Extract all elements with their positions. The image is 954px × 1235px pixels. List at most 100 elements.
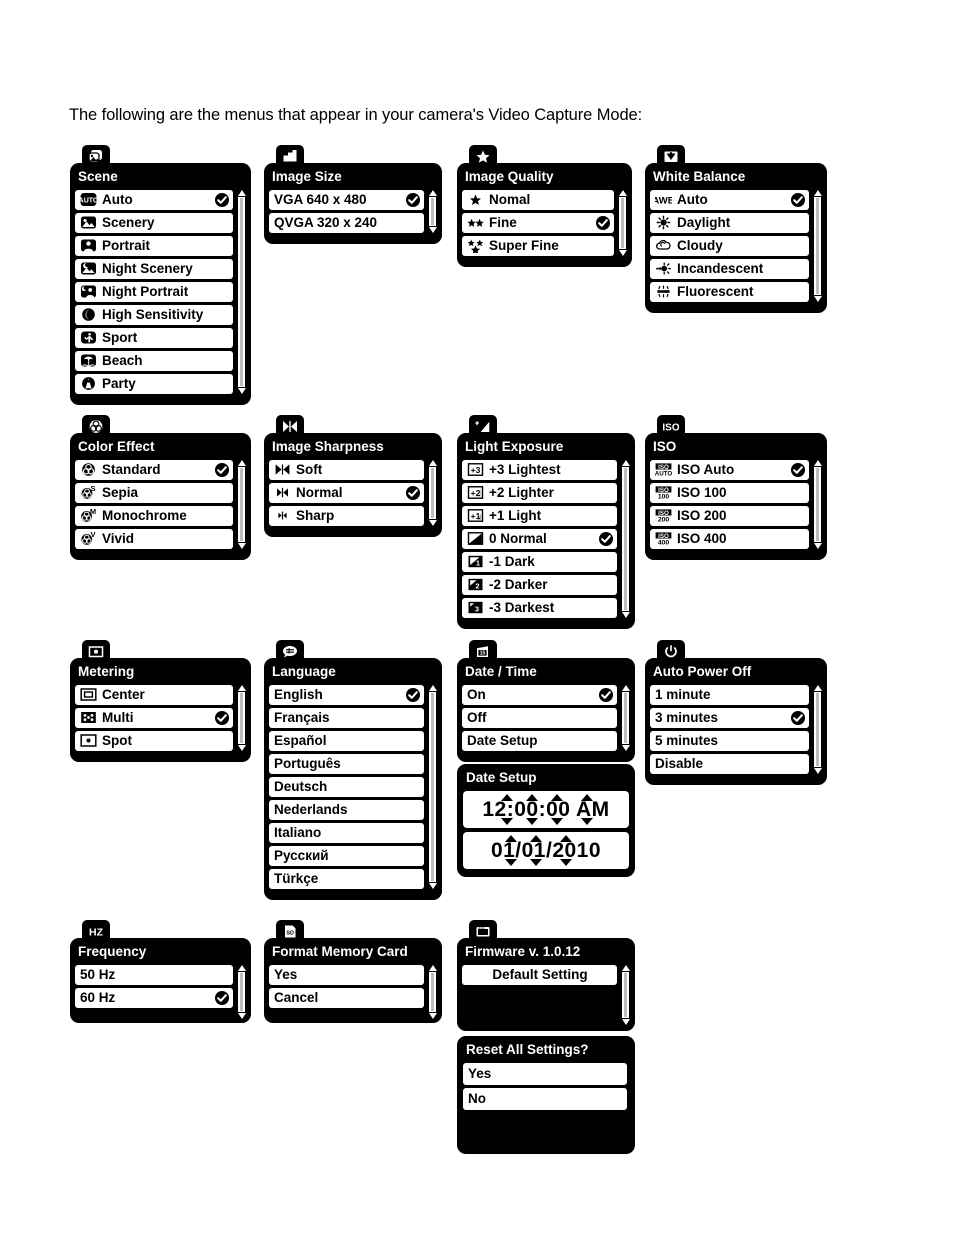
scrollbar-frequency[interactable] [237, 964, 246, 1019]
scroll-track[interactable] [429, 691, 436, 882]
scroll-down-arrow-icon[interactable] [237, 542, 246, 549]
list-item[interactable]: 1 minute [650, 684, 809, 705]
scroll-down-arrow-icon[interactable] [621, 611, 630, 618]
scroll-up-arrow-icon[interactable] [428, 459, 437, 466]
list-item[interactable]: V Vivid [75, 528, 233, 549]
list-item[interactable]: Scenery [75, 212, 233, 233]
scrollbar-image-size[interactable] [428, 189, 437, 233]
scroll-track[interactable] [814, 466, 821, 542]
scroll-track[interactable] [238, 691, 245, 744]
list-item[interactable]: Night Portrait [75, 281, 233, 302]
list-item[interactable]: Party [75, 373, 233, 394]
list-item[interactable]: Spot [75, 730, 233, 751]
list-item[interactable]: Italiano [269, 822, 424, 843]
list-item[interactable]: Cancel [269, 987, 424, 1008]
scroll-track[interactable] [238, 466, 245, 542]
list-item[interactable]: Yes [269, 964, 424, 985]
scroll-track[interactable] [619, 196, 626, 249]
scroll-up-arrow-icon[interactable] [813, 684, 822, 691]
tab-date-time[interactable]: 15 [469, 640, 497, 662]
list-item[interactable]: Nederlands [269, 799, 424, 820]
scroll-up-arrow-icon[interactable] [428, 964, 437, 971]
tab-firmware[interactable] [469, 920, 497, 942]
scrollbar-image-sharpness[interactable] [428, 459, 437, 526]
scroll-down-arrow-icon[interactable] [813, 767, 822, 774]
time-spinner[interactable]: 12:00:00 AM [463, 790, 629, 828]
list-item[interactable]: M Monochrome [75, 505, 233, 526]
list-item[interactable]: Default Setting [462, 964, 617, 985]
scroll-up-arrow-icon[interactable] [237, 684, 246, 691]
scroll-up-arrow-icon[interactable] [237, 459, 246, 466]
scrollbar-iso[interactable] [813, 459, 822, 549]
list-item[interactable]: Incandescent [650, 258, 809, 279]
tab-image-sharpness[interactable] [276, 415, 304, 437]
tab-white-balance[interactable] [657, 145, 685, 167]
scroll-track[interactable] [814, 196, 821, 295]
scroll-down-arrow-icon[interactable] [621, 744, 630, 751]
list-item[interactable]: Beach [75, 350, 233, 371]
list-item[interactable]: Sport [75, 327, 233, 348]
scrollbar-image-quality[interactable] [618, 189, 627, 256]
scroll-up-arrow-icon[interactable] [621, 964, 630, 971]
list-item[interactable]: 1 -1 Dark [462, 551, 617, 572]
tab-color-effect[interactable] [82, 415, 110, 437]
list-item[interactable]: On [462, 684, 617, 705]
tab-metering[interactable] [82, 640, 110, 662]
tab-frequency[interactable]: HZ [82, 920, 110, 942]
list-item[interactable]: 3 -3 Darkest [462, 597, 617, 618]
scroll-up-arrow-icon[interactable] [428, 684, 437, 691]
scrollbar-date-time[interactable] [621, 684, 630, 751]
list-item[interactable]: Fine [462, 212, 614, 233]
scrollbar-format-memory-card[interactable] [428, 964, 437, 1019]
scroll-down-arrow-icon[interactable] [428, 882, 437, 889]
list-item[interactable]: ISO 200 ISO 200 [650, 505, 809, 526]
list-item[interactable]: QVGA 320 x 240 [269, 212, 424, 233]
scroll-track[interactable] [238, 196, 245, 387]
list-item[interactable]: English [269, 684, 424, 705]
list-item[interactable]: Portrait [75, 235, 233, 256]
scroll-up-arrow-icon[interactable] [813, 189, 822, 196]
scroll-track[interactable] [814, 691, 821, 767]
scroll-up-arrow-icon[interactable] [621, 459, 630, 466]
scrollbar-firmware[interactable] [621, 964, 630, 1025]
tab-iso[interactable]: ISO [657, 415, 685, 437]
scroll-up-arrow-icon[interactable] [237, 964, 246, 971]
list-item[interactable]: Sharp [269, 505, 424, 526]
tab-language[interactable] [276, 640, 304, 662]
scroll-down-arrow-icon[interactable] [813, 295, 822, 302]
list-item[interactable]: Deutsch [269, 776, 424, 797]
tab-image-quality[interactable] [469, 145, 497, 167]
list-item[interactable]: ISO 100 ISO 100 [650, 482, 809, 503]
list-item[interactable]: 60 Hz [75, 987, 233, 1008]
scroll-down-arrow-icon[interactable] [237, 387, 246, 394]
list-item[interactable]: 50 Hz [75, 964, 233, 985]
list-item[interactable]: Yes [463, 1062, 627, 1085]
list-item[interactable]: 3 minutes [650, 707, 809, 728]
tab-format-memory-card[interactable]: SD [276, 920, 304, 942]
scroll-down-arrow-icon[interactable] [813, 542, 822, 549]
scrollbar-color-effect[interactable] [237, 459, 246, 549]
scrollbar-language[interactable] [428, 684, 437, 889]
list-item[interactable]: Standard [75, 459, 233, 480]
list-item[interactable]: VGA 640 x 480 [269, 189, 424, 210]
list-item[interactable]: Fluorescent [650, 281, 809, 302]
scroll-up-arrow-icon[interactable] [618, 189, 627, 196]
scroll-up-arrow-icon[interactable] [428, 189, 437, 196]
list-item[interactable]: Русский [269, 845, 424, 866]
list-item[interactable]: Super Fine [462, 235, 614, 256]
scrollbar-metering[interactable] [237, 684, 246, 751]
list-item[interactable]: 0 Normal [462, 528, 617, 549]
tab-light-exposure[interactable] [469, 415, 497, 437]
scroll-down-arrow-icon[interactable] [428, 226, 437, 233]
list-item[interactable]: High Sensitivity [75, 304, 233, 325]
scroll-track[interactable] [238, 971, 245, 1012]
list-item[interactable]: 2 -2 Darker [462, 574, 617, 595]
tab-auto-power-off[interactable] [657, 640, 685, 662]
list-item[interactable]: No [463, 1087, 627, 1110]
scroll-down-arrow-icon[interactable] [237, 1012, 246, 1019]
scroll-up-arrow-icon[interactable] [237, 189, 246, 196]
list-item[interactable]: ISO 400 ISO 400 [650, 528, 809, 549]
scroll-down-arrow-icon[interactable] [621, 1018, 630, 1025]
scroll-up-arrow-icon[interactable] [621, 684, 630, 691]
list-item[interactable]: Off [462, 707, 617, 728]
